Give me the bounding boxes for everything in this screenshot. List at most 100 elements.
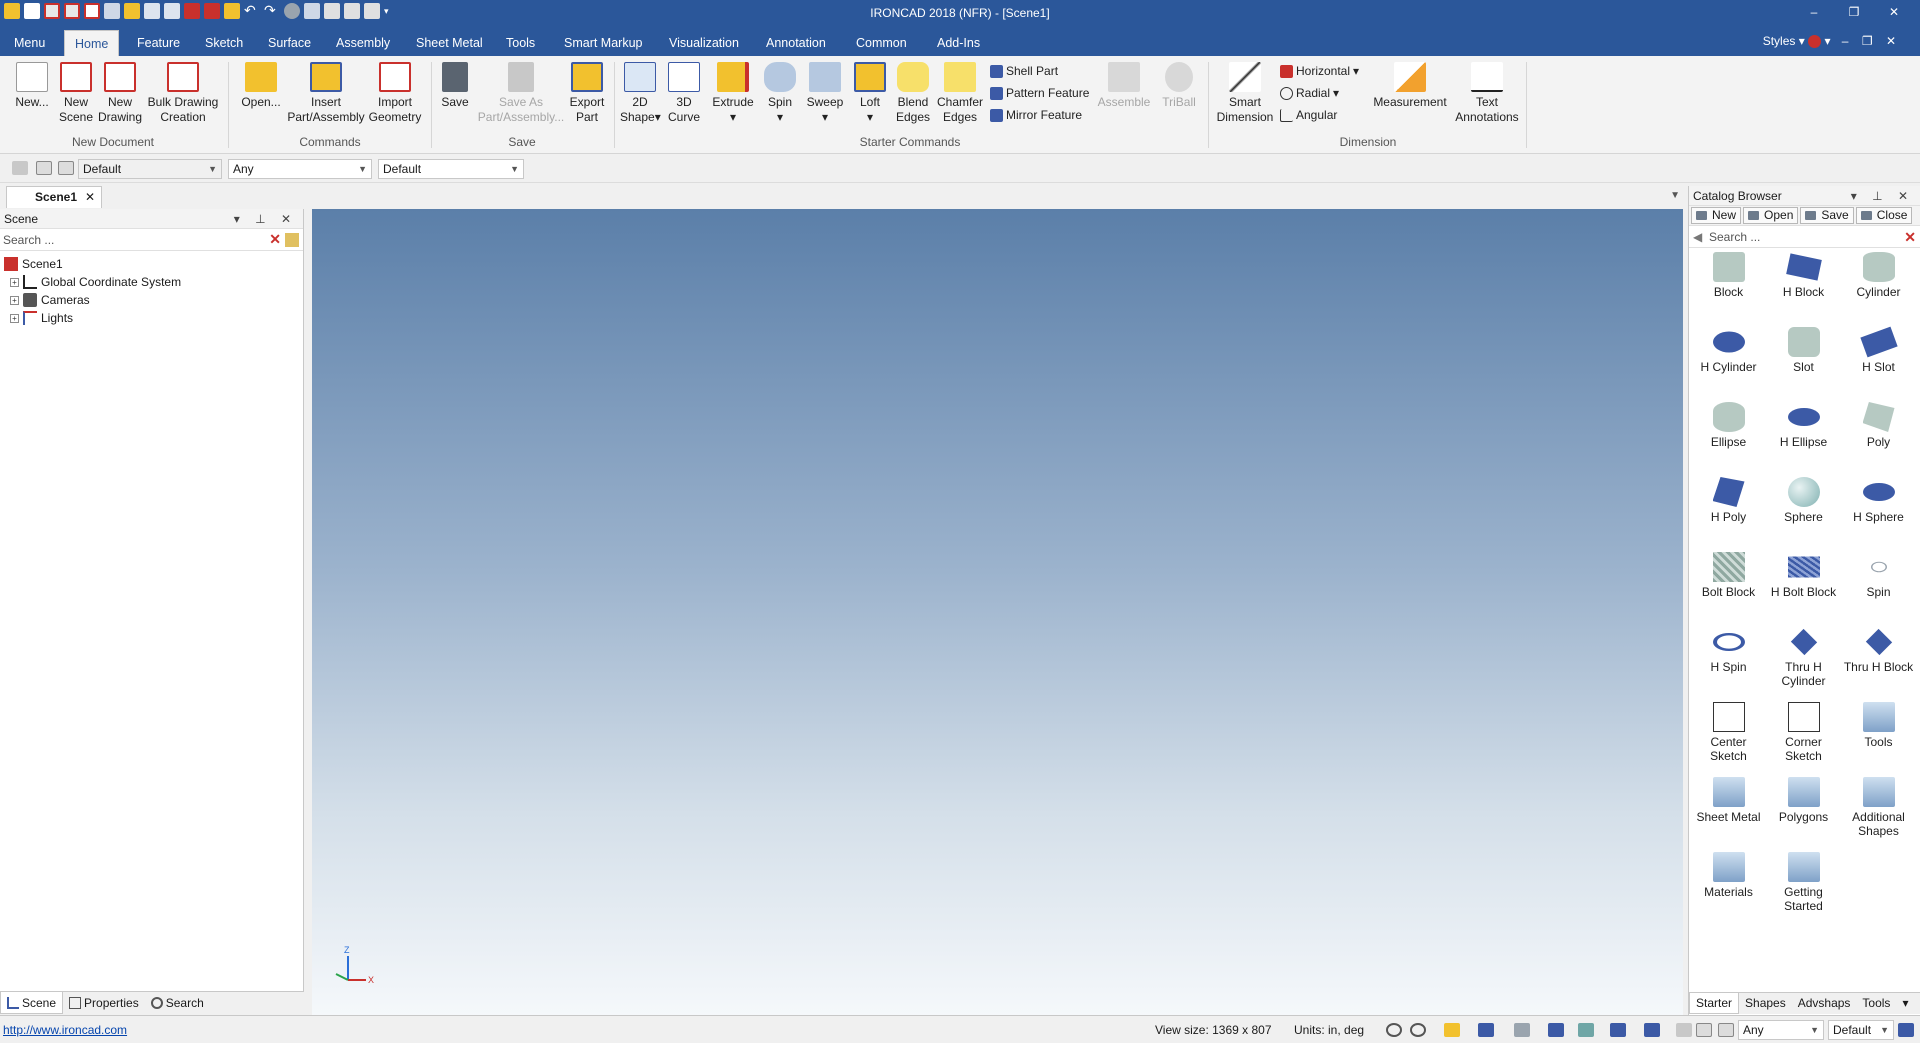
inner-close-button[interactable]: ✕ — [1886, 34, 1896, 48]
mirror-feature-button[interactable]: Mirror Feature — [990, 106, 1082, 124]
navigation-icon[interactable] — [1676, 1023, 1692, 1037]
catalog-item[interactable]: H Sphere — [1841, 475, 1916, 550]
material-combo[interactable]: Default ▼ — [378, 159, 524, 179]
catalog-item[interactable]: H Block — [1766, 250, 1841, 325]
tab-sheet-metal[interactable]: Sheet Metal — [406, 30, 493, 56]
measurement-button[interactable]: Measurement — [1372, 62, 1448, 110]
camera-view-icon[interactable] — [1644, 1023, 1660, 1037]
select-part-icon[interactable] — [58, 161, 74, 175]
tab-common[interactable]: Common — [846, 30, 917, 56]
tab-assembly[interactable]: Assembly — [326, 30, 400, 56]
expand-icon[interactable]: + — [10, 295, 19, 305]
clear-search-icon[interactable]: ✕ — [1904, 226, 1916, 248]
catalog-item[interactable]: Spin — [1841, 550, 1916, 625]
render-mode-icon[interactable] — [1478, 1023, 1494, 1037]
zoom-in-icon[interactable] — [1410, 1023, 1426, 1037]
import-geometry-button[interactable]: Import Geometry — [368, 62, 422, 125]
website-link[interactable]: http://www.ironcad.com — [3, 1023, 127, 1037]
catalog-tab-shapes[interactable]: Shapes — [1739, 993, 1792, 1014]
export-part-button[interactable]: Export Part — [566, 62, 608, 125]
styles-menu[interactable]: Styles ▾ ▾ – ❐ ✕ — [1763, 34, 1896, 49]
catalog-item[interactable]: Corner Sketch — [1766, 700, 1841, 775]
catalog-item[interactable]: Poly — [1841, 400, 1916, 475]
catalog-item[interactable]: Ellipse — [1691, 400, 1766, 475]
minimize-button[interactable]: – — [1794, 2, 1834, 24]
doc-tab-scene1[interactable]: Scene1 ✕ — [6, 186, 102, 208]
catalog-item[interactable]: Thru H Cylinder — [1766, 625, 1841, 700]
status-filter-combo[interactable]: Any ▼ — [1738, 1020, 1824, 1040]
catalog-item[interactable]: H Bolt Block — [1766, 550, 1841, 625]
tab-scene[interactable]: Scene — [0, 992, 64, 1014]
horizontal-dimension-button[interactable]: Horizontal ▾ — [1280, 62, 1359, 80]
tab-add-ins[interactable]: Add-Ins — [927, 30, 990, 56]
catalog-tab-starter[interactable]: Starter — [1689, 993, 1740, 1014]
help-icon[interactable] — [1808, 35, 1822, 49]
tab-menu[interactable]: Menu — [4, 30, 55, 56]
text-annotations-button[interactable]: Text Annotations — [1452, 62, 1522, 125]
catalog-save-button[interactable]: Save — [1800, 207, 1854, 224]
catalog-item[interactable]: H Poly — [1691, 475, 1766, 550]
catalog-close-button[interactable]: Close — [1855, 207, 1913, 224]
3d-viewport[interactable]: Z X — [312, 209, 1683, 1015]
lighting-icon[interactable] — [1514, 1023, 1530, 1037]
open-button[interactable]: Open... — [238, 62, 284, 110]
tab-sketch[interactable]: Sketch — [195, 30, 253, 56]
blend-edges-button[interactable]: Blend Edges — [894, 62, 932, 125]
catalog-item[interactable]: H Ellipse — [1766, 400, 1841, 475]
chamfer-edges-button[interactable]: Chamfer Edges — [936, 62, 984, 125]
catalog-tab-advshaps[interactable]: Advshaps — [1792, 993, 1857, 1014]
tab-annotation[interactable]: Annotation — [756, 30, 836, 56]
pointer-icon[interactable] — [36, 161, 52, 175]
tab-visualization[interactable]: Visualization — [659, 30, 749, 56]
style-combo[interactable]: Default ▼ — [78, 159, 222, 179]
spin-button[interactable]: Spin ▾ — [760, 62, 800, 125]
back-arrow-icon[interactable]: ◀ — [1693, 226, 1702, 248]
new-button[interactable]: New... — [10, 62, 54, 110]
catalog-item[interactable]: Cylinder — [1841, 250, 1916, 325]
panel-controls[interactable]: ▾ ⊥ ✕ — [1851, 186, 1914, 206]
2d-shape-button[interactable]: 2D Shape▾ — [620, 62, 661, 125]
catalog-item[interactable]: Center Sketch — [1691, 700, 1766, 775]
chevron-down-icon[interactable]: ▾ — [1896, 993, 1914, 1014]
select-part-icon[interactable] — [1718, 1023, 1734, 1037]
scene-search-input[interactable]: Search ... ✕ — [0, 229, 303, 251]
catalog-item[interactable]: Block — [1691, 250, 1766, 325]
settings-icon[interactable] — [1898, 1023, 1914, 1037]
display-icon[interactable] — [1610, 1023, 1626, 1037]
save-button[interactable]: Save — [436, 62, 474, 110]
catalog-item[interactable]: Tools — [1841, 700, 1916, 775]
catalog-item[interactable]: H Cylinder — [1691, 325, 1766, 400]
selection-filter-icon[interactable] — [12, 161, 28, 175]
expand-icon[interactable]: + — [10, 313, 19, 323]
chevron-down-icon[interactable]: ▼ — [1670, 190, 1680, 201]
snap-icon[interactable] — [1578, 1023, 1594, 1037]
catalog-tab-tools[interactable]: Tools — [1856, 993, 1896, 1014]
catalog-item[interactable]: Sheet Metal — [1691, 775, 1766, 850]
catalog-item[interactable]: Sphere — [1766, 475, 1841, 550]
inner-restore-button[interactable]: ❐ — [1862, 34, 1873, 48]
catalog-item[interactable]: Materials — [1691, 850, 1766, 925]
tree-node-lights[interactable]: + Lights — [0, 309, 303, 327]
catalog-search-input[interactable]: ◀ Search ... ✕ — [1689, 226, 1920, 248]
tab-surface[interactable]: Surface — [258, 30, 321, 56]
zoom-icon[interactable] — [1386, 1023, 1402, 1037]
pattern-feature-button[interactable]: Pattern Feature — [990, 84, 1089, 102]
new-scene-button[interactable]: New Scene — [56, 62, 96, 125]
catalog-item[interactable]: H Spin — [1691, 625, 1766, 700]
tab-smart-markup[interactable]: Smart Markup — [554, 30, 653, 56]
expand-icon[interactable]: + — [10, 277, 19, 287]
tab-feature[interactable]: Feature — [127, 30, 190, 56]
tree-node-scene1[interactable]: Scene1 — [0, 255, 303, 273]
maximize-button[interactable]: ❐ — [1834, 2, 1874, 24]
inner-minimize-button[interactable]: – — [1842, 34, 1849, 48]
new-drawing-button[interactable]: New Drawing — [98, 62, 142, 125]
3d-curve-button[interactable]: 3D Curve — [664, 62, 704, 125]
radial-dimension-button[interactable]: Radial ▾ — [1280, 84, 1339, 102]
catalog-item[interactable]: Additional Shapes — [1841, 775, 1916, 850]
close-button[interactable]: ✕ — [1874, 2, 1914, 24]
filter-combo[interactable]: Any ▼ — [228, 159, 372, 179]
insert-part-assembly-button[interactable]: Insert Part/Assembly — [284, 62, 368, 125]
catalog-item[interactable]: Getting Started — [1766, 850, 1841, 925]
catalog-item[interactable]: Bolt Block — [1691, 550, 1766, 625]
tree-node-global-coordinate-system[interactable]: + Global Coordinate System — [0, 273, 303, 291]
